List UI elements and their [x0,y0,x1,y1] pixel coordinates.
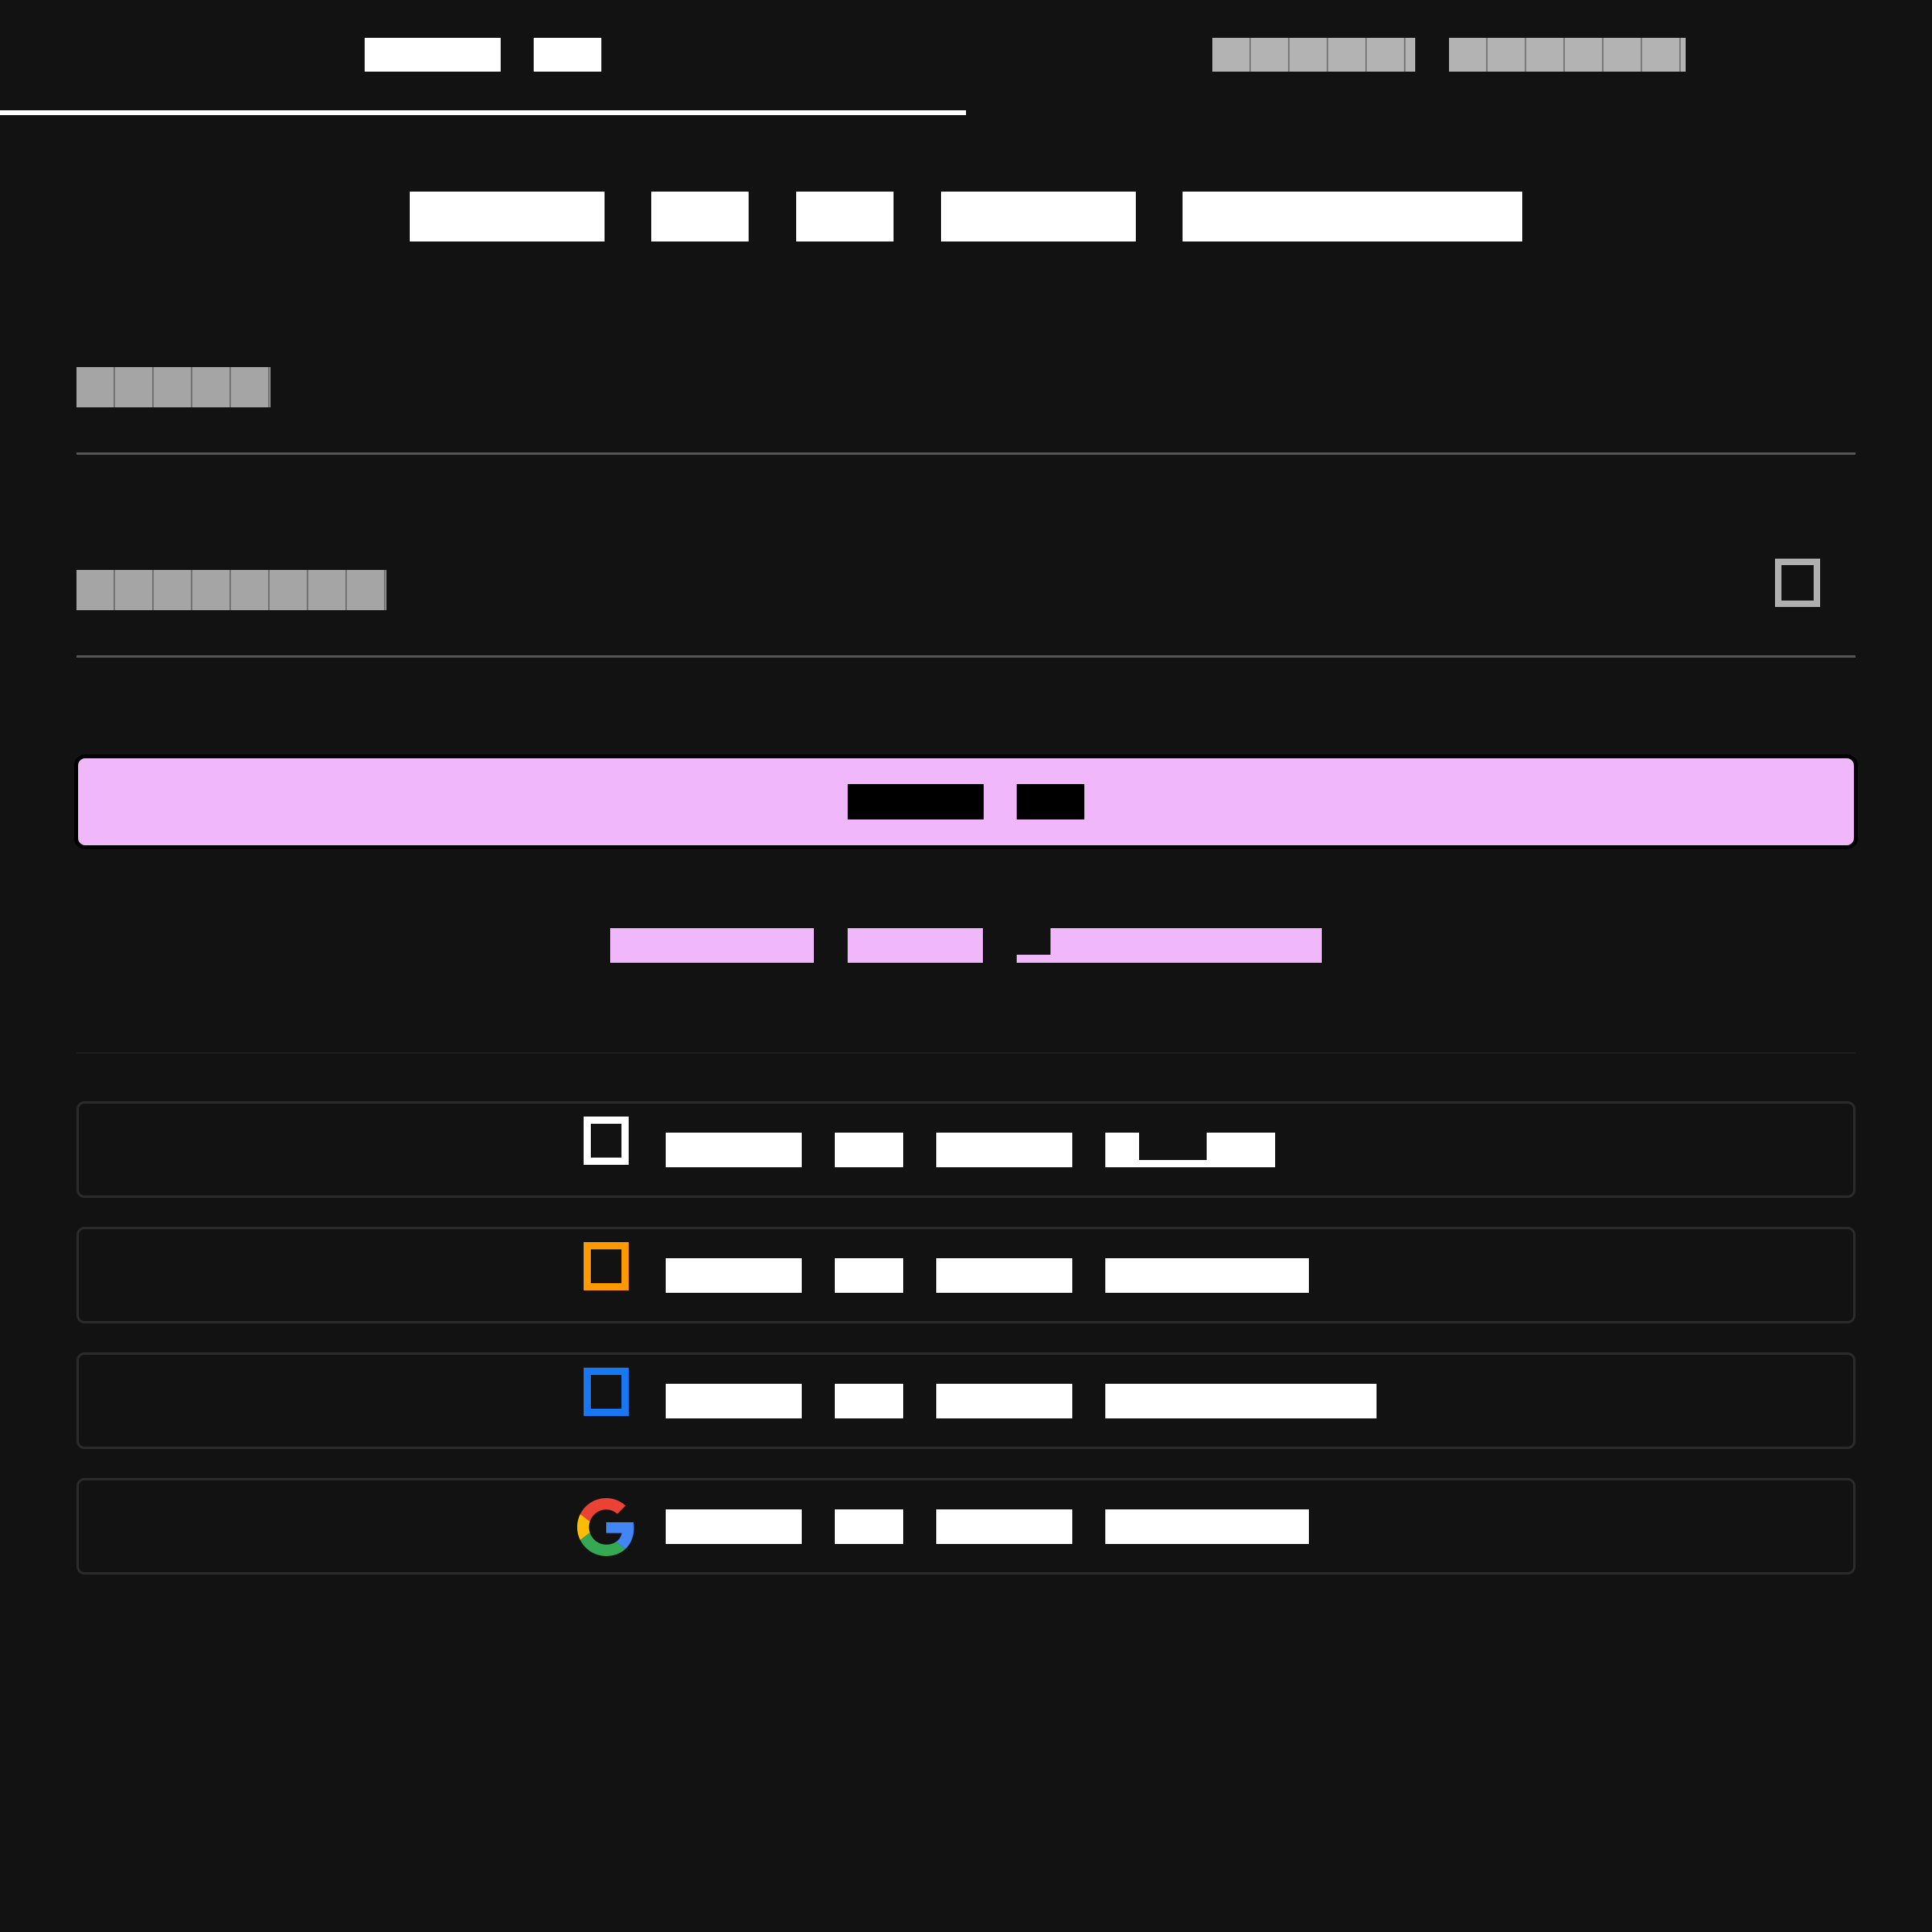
tab-signup-label-block [1212,38,1415,72]
continue-with-amazon-button[interactable] [76,1227,1856,1323]
tab-signup[interactable] [966,0,1932,115]
login-button-label [78,758,79,759]
show-password-icon[interactable] [1775,559,1820,607]
google-icon [577,1498,634,1556]
username-field[interactable] [76,338,1856,459]
link-block [1017,955,1051,963]
nav-item-4[interactable] [941,192,1136,242]
password-field[interactable] [76,539,1856,660]
label-block [666,1384,802,1418]
tab-signup-label-block [1449,38,1686,72]
nav-item-1[interactable] [410,192,605,242]
username-underline [76,452,1856,455]
nav-item-2[interactable] [651,192,749,242]
continue-with-facebook-button[interactable] [76,1352,1856,1449]
label-block [666,1509,802,1544]
link-block [848,928,983,963]
label-block [1105,1509,1309,1544]
username-value [76,338,77,339]
facebook-button-label [79,1355,80,1356]
label-block [1207,1133,1275,1167]
nav-item-3[interactable] [796,192,894,242]
active-tab-indicator [0,110,966,115]
continue-with-apple-button[interactable] [76,1101,1856,1198]
password-value [76,539,77,540]
tab-login-label-block [534,38,601,72]
username-placeholder-block [76,367,270,407]
label-block [835,1384,903,1418]
label-block [1105,1384,1377,1418]
tab-login-label [0,0,1,1]
username-placeholder [76,338,77,339]
password-placeholder-block [76,570,386,610]
label-block [666,1133,802,1167]
label-block [936,1258,1072,1293]
amazon-icon [584,1242,629,1290]
label-block [1139,1160,1207,1167]
password-underline [76,655,1856,658]
login-button-label-block [1017,784,1084,819]
password-placeholder [76,539,77,540]
label-block [835,1509,903,1544]
link-block [1051,928,1322,963]
label-block [936,1133,1072,1167]
label-block [936,1384,1072,1418]
login-button-label-block [848,784,984,819]
tab-bar [0,0,1932,121]
label-block [835,1258,903,1293]
apple-icon [584,1117,629,1165]
divider [76,1052,1856,1054]
tab-login-label-block [365,38,501,72]
nav-item-5[interactable] [1183,192,1522,242]
google-button-label [79,1480,80,1481]
amazon-button-label [79,1229,80,1230]
login-button[interactable] [74,754,1858,849]
facebook-icon [584,1368,629,1416]
forgot-password-link[interactable] [610,926,1322,966]
label-block [1105,1133,1139,1167]
forgot-password-label [610,926,611,927]
tab-login[interactable] [0,0,966,115]
tab-signup-label [966,0,967,1]
label-block [1105,1258,1309,1293]
continue-with-google-button[interactable] [76,1478,1856,1575]
label-block [835,1133,903,1167]
label-block [666,1258,802,1293]
link-block [610,928,814,963]
label-block [936,1509,1072,1544]
